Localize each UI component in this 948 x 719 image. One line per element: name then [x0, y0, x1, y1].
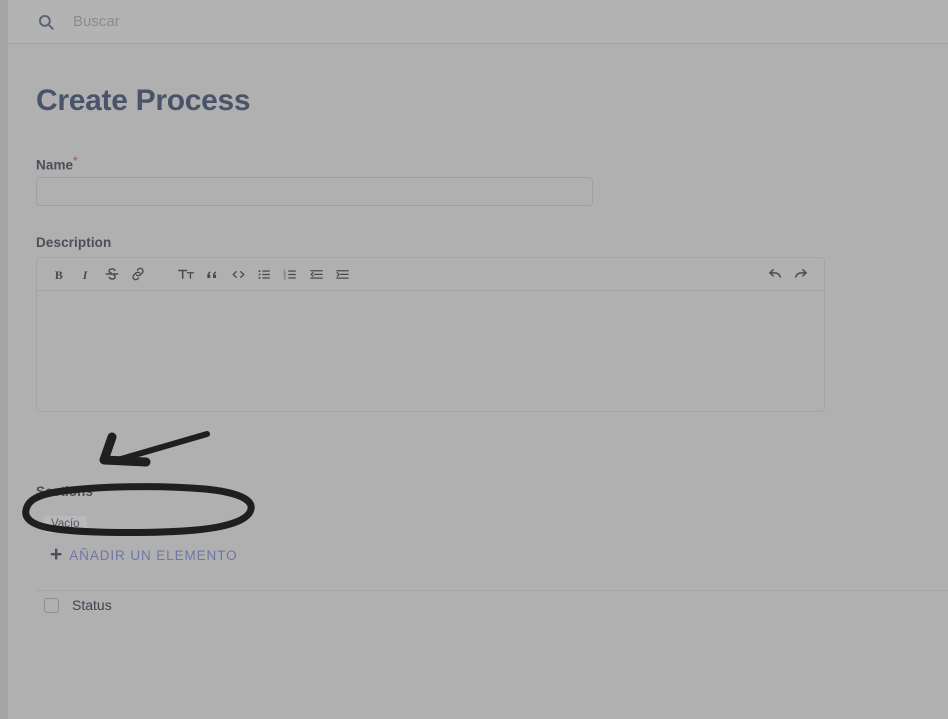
plus-icon: +: [50, 543, 63, 566]
outdent-icon[interactable]: [303, 262, 329, 286]
status-label: Status: [72, 597, 112, 613]
editor-toolbar: B I 1 2 3: [37, 258, 824, 291]
italic-icon[interactable]: I: [73, 262, 99, 286]
status-checkbox[interactable]: [44, 597, 59, 613]
heading-icon[interactable]: [173, 262, 199, 286]
strikethrough-icon[interactable]: [99, 262, 125, 286]
page-title: Create Process: [36, 84, 251, 117]
redo-icon[interactable]: [788, 262, 814, 286]
indent-icon[interactable]: [329, 262, 355, 286]
name-label-text: Name: [36, 157, 74, 173]
left-rail: [0, 0, 8, 719]
bold-icon[interactable]: B: [47, 262, 73, 286]
rich-text-editor: B I 1 2 3: [36, 257, 825, 412]
link-icon[interactable]: [125, 262, 151, 286]
quote-icon[interactable]: [199, 262, 225, 286]
top-search-bar: [8, 0, 948, 44]
required-asterisk: *: [73, 155, 78, 167]
description-label: Description: [36, 235, 112, 250]
sections-label: Sections: [36, 484, 94, 499]
name-label: Name*: [36, 155, 78, 173]
add-element-button[interactable]: + AÑADIR UN ELEMENTO: [50, 543, 238, 566]
svg-text:3: 3: [283, 275, 286, 280]
svg-text:I: I: [81, 267, 87, 281]
undo-icon[interactable]: [762, 262, 788, 286]
sections-empty-badge: Vacío: [44, 516, 87, 533]
code-icon[interactable]: [225, 262, 251, 286]
search-input[interactable]: [71, 0, 948, 44]
svg-text:B: B: [54, 267, 62, 281]
name-input[interactable]: [36, 177, 593, 206]
section-divider: [36, 590, 948, 591]
bullet-list-icon[interactable]: [251, 262, 277, 286]
status-field: Status: [44, 597, 112, 613]
description-editor-body[interactable]: [37, 291, 824, 411]
form-content-area: Create Process Name* Description B I 1 2…: [8, 45, 948, 719]
numbered-list-icon[interactable]: 1 2 3: [277, 262, 303, 286]
search-icon: [38, 14, 54, 30]
add-element-label: AÑADIR UN ELEMENTO: [69, 547, 238, 563]
